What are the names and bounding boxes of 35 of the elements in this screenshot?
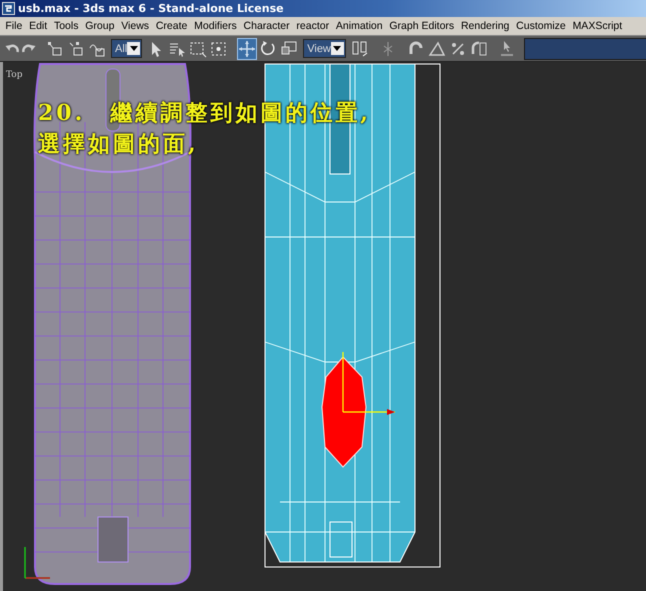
link-icon — [46, 40, 64, 58]
menu-item[interactable]: Character — [240, 20, 294, 32]
angle-snap-icon — [428, 40, 446, 58]
window-title: usb.max - 3ds max 6 - Stand-alone License — [18, 2, 284, 15]
move-cross-icon — [238, 40, 256, 58]
menu-item[interactable]: Group — [82, 20, 118, 32]
dashed-rectangle-icon — [189, 40, 208, 58]
dotted-square-icon — [210, 40, 228, 58]
unlink-icon — [67, 40, 85, 58]
toolbar-button[interactable] — [237, 38, 258, 60]
undo-arrow-icon — [5, 44, 19, 53]
menu-item[interactable]: Rendering — [458, 20, 513, 32]
menu-item[interactable]: Create — [152, 20, 191, 32]
menu-item[interactable]: Edit — [26, 20, 51, 32]
menu-item[interactable]: MAXScript — [569, 20, 626, 32]
spinner-snap-icon — [470, 40, 488, 58]
axis-tripod-icon — [24, 546, 51, 579]
viewport-label[interactable]: Top — [6, 70, 22, 80]
dropdown-field[interactable]: All — [111, 39, 142, 58]
dropdown-field[interactable]: View — [303, 39, 346, 58]
caret-icon — [333, 46, 342, 51]
menu-item[interactable]: Graph Editors — [386, 20, 458, 32]
rotate-circle-icon — [259, 40, 278, 58]
menu-item[interactable]: Modifiers — [190, 20, 240, 32]
caret-icon — [130, 46, 138, 51]
menu-item[interactable]: Animation — [332, 20, 386, 32]
menu-item[interactable]: Tools — [50, 20, 82, 32]
menu-item[interactable]: File — [2, 20, 26, 32]
pivot-icon — [350, 40, 369, 58]
app-icon[interactable] — [2, 2, 15, 15]
menu-item[interactable]: Customize — [512, 20, 570, 32]
menu-item[interactable]: Views — [118, 20, 152, 32]
scale-squares-icon — [280, 40, 298, 58]
redo-arrow-icon — [22, 44, 36, 53]
menu-item[interactable]: reactor — [293, 20, 332, 32]
